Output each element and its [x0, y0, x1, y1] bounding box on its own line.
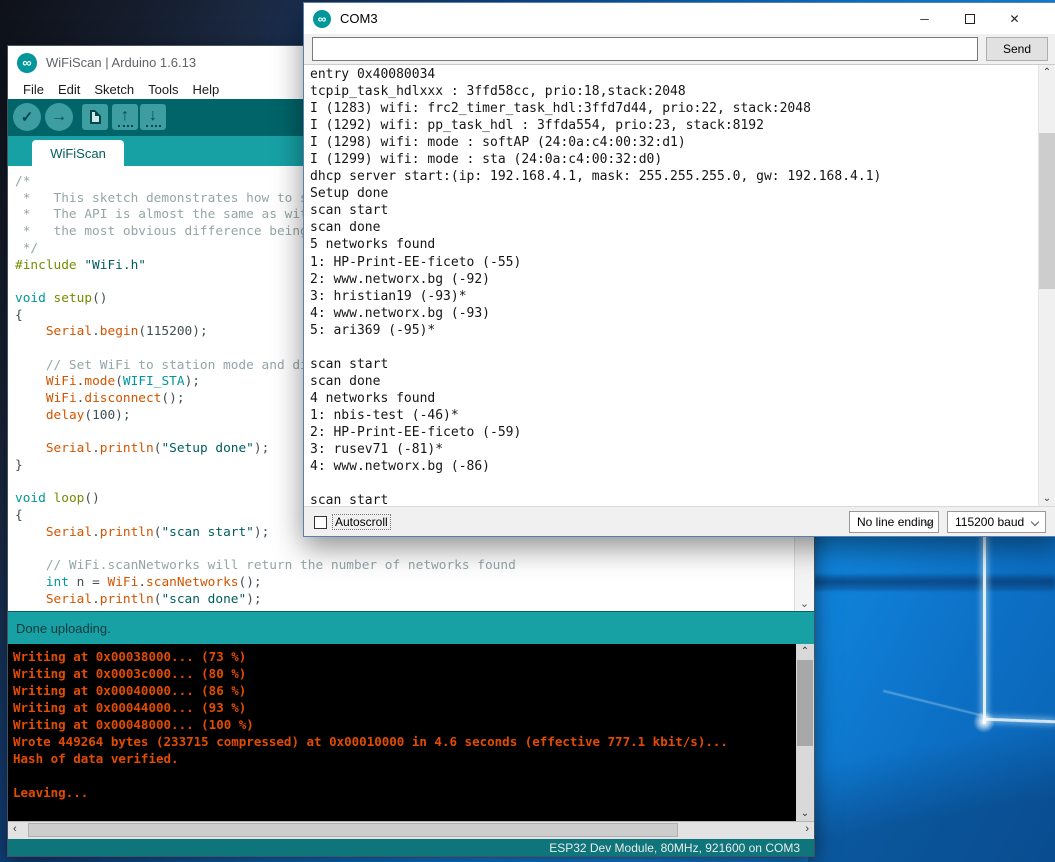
open-sketch-icon: ↑	[118, 108, 133, 127]
console-scrollbar-thumb[interactable]	[797, 660, 813, 746]
serial-input-row: Send	[304, 34, 1055, 64]
menu-edit[interactable]: Edit	[51, 82, 87, 97]
new-sketch-button[interactable]	[82, 104, 108, 130]
wallpaper-light-glow	[973, 711, 995, 733]
line-ending-select[interactable]: No line ending	[849, 511, 939, 533]
arduino-logo-icon: ∞	[17, 53, 37, 73]
serial-monitor-window: ∞ COM3 ─ ✕ Send entry 0x40080034 tcpip_t…	[303, 2, 1055, 537]
verify-check-icon: ✓	[21, 110, 34, 125]
menu-tools[interactable]: Tools	[141, 82, 185, 97]
scroll-up-icon[interactable]: ⌃	[1039, 67, 1055, 78]
save-sketch-icon: ↓	[146, 108, 161, 127]
wallpaper-light-beam-vertical	[983, 534, 986, 724]
scroll-down-icon[interactable]: ⌄	[1039, 493, 1055, 504]
scroll-down-icon[interactable]: ⌄	[796, 808, 814, 819]
serial-scrollbar-thumb[interactable]	[1039, 133, 1055, 289]
menu-help[interactable]: Help	[185, 82, 226, 97]
upload-arrow-icon: →	[51, 109, 67, 125]
scroll-right-icon[interactable]: ›	[805, 823, 809, 835]
minimize-button[interactable]: ─	[902, 3, 947, 34]
wallpaper-shadow-band	[808, 574, 1055, 591]
close-icon: ✕	[1009, 12, 1019, 26]
chevron-down-icon	[1031, 518, 1039, 526]
maximize-button[interactable]	[947, 3, 992, 34]
upload-button[interactable]: →	[45, 103, 73, 131]
console-vertical-scrollbar[interactable]: ⌃ ⌄	[796, 644, 814, 821]
send-button[interactable]: Send	[986, 37, 1048, 61]
serial-input[interactable]	[312, 37, 978, 61]
serial-output-text: entry 0x40080034 tcpip_task_hdlxxx : 3ff…	[310, 66, 881, 506]
serial-vertical-scrollbar[interactable]: ⌃ ⌄	[1038, 65, 1055, 506]
board-status-text: ESP32 Dev Module, 80MHz, 921600 on COM3	[549, 841, 800, 855]
serial-monitor-title: COM3	[340, 11, 378, 26]
upload-console: Writing at 0x00038000... (73 %) Writing …	[8, 644, 814, 821]
ide-status-footer: ESP32 Dev Module, 80MHz, 921600 on COM3	[8, 839, 814, 856]
autoscroll-checkbox[interactable]	[314, 516, 327, 529]
horizontal-scrollbar-thumb[interactable]	[28, 823, 678, 837]
upload-status-bar: Done uploading.	[8, 611, 814, 644]
ide-window-title: WiFiScan | Arduino 1.6.13	[46, 55, 196, 70]
close-button[interactable]: ✕	[992, 3, 1037, 34]
upload-status-text: Done uploading.	[16, 621, 111, 636]
menu-sketch[interactable]: Sketch	[87, 82, 141, 97]
maximize-icon	[965, 14, 975, 24]
baud-rate-select[interactable]: 115200 baud	[947, 511, 1046, 533]
wallpaper-floor-shade	[808, 690, 1055, 862]
minimize-icon: ─	[920, 12, 929, 26]
autoscroll-label[interactable]: Autoscroll	[333, 515, 390, 529]
serial-output-area: entry 0x40080034 tcpip_task_hdlxxx : 3ff…	[304, 64, 1055, 506]
save-sketch-button[interactable]: ↓	[140, 104, 166, 130]
scroll-down-icon[interactable]: ⌄	[795, 597, 814, 610]
scroll-left-icon[interactable]: ‹	[13, 823, 17, 835]
open-sketch-button[interactable]: ↑	[112, 104, 138, 130]
line-ending-value: No line ending	[857, 515, 934, 529]
new-sketch-icon	[90, 110, 101, 124]
baud-rate-value: 115200 baud	[955, 515, 1024, 529]
arduino-logo-icon: ∞	[313, 10, 331, 28]
serial-monitor-title-bar[interactable]: ∞ COM3 ─ ✕	[304, 3, 1055, 34]
menu-file[interactable]: File	[16, 82, 51, 97]
verify-button[interactable]: ✓	[13, 103, 41, 131]
serial-monitor-bottom-bar: Autoscroll No line ending 115200 baud	[304, 506, 1055, 536]
scroll-up-icon[interactable]: ⌃	[796, 646, 814, 657]
console-text: Writing at 0x00038000... (73 %) Writing …	[13, 648, 728, 801]
console-horizontal-scrollbar[interactable]: ‹ ›	[8, 821, 814, 839]
tab-wifiscan[interactable]: WiFiScan	[32, 140, 124, 166]
